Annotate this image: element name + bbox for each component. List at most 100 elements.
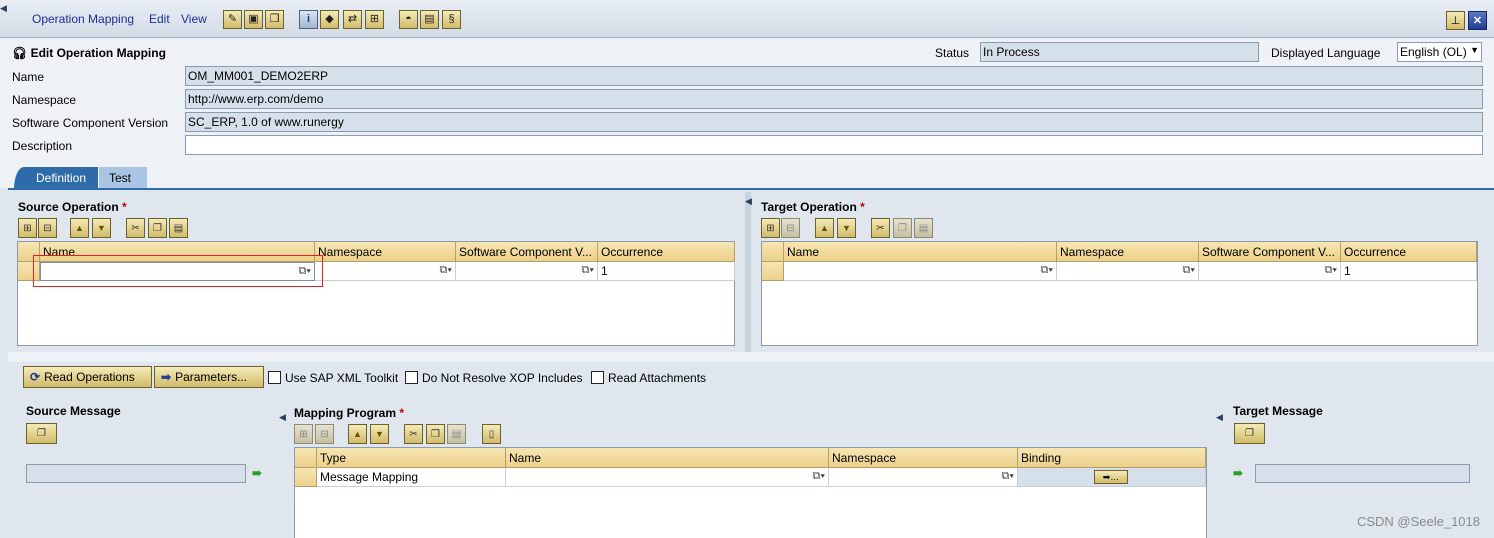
use-sap-xml-toolkit-checkbox[interactable] — [268, 371, 281, 384]
tab-underline — [8, 188, 1494, 190]
target-swcv-input[interactable]: ⧉▾ — [1199, 262, 1341, 281]
status-field: In Process — [980, 42, 1259, 62]
value-help-icon[interactable]: ⧉▾ — [1002, 470, 1014, 483]
paste-icon[interactable]: ▤ — [169, 218, 188, 238]
row-selector[interactable] — [18, 262, 40, 281]
source-namespace-input[interactable]: ⧉▾ — [315, 262, 456, 281]
close-icon[interactable]: ✕ — [1468, 11, 1487, 30]
column-header[interactable]: Software Component V... — [1199, 242, 1341, 262]
script-icon[interactable]: § — [442, 10, 461, 29]
cut-icon[interactable]: ✂ — [404, 424, 423, 444]
cut-icon[interactable]: ✂ — [871, 218, 890, 238]
value-help-icon[interactable]: ⧉▾ — [813, 470, 825, 483]
move-up-icon[interactable]: ▲ — [815, 218, 834, 238]
mapping-name-input[interactable]: ⧉▾ — [506, 468, 829, 487]
source-name-input[interactable]: ⧉▾ — [40, 262, 315, 281]
column-header[interactable]: Type — [317, 448, 506, 468]
select-all-corner[interactable] — [18, 242, 40, 262]
column-header[interactable]: Name — [784, 242, 1057, 262]
info-icon[interactable]: i — [299, 10, 318, 29]
target-name-input[interactable]: ⧉▾ — [784, 262, 1057, 281]
copy-object-icon[interactable]: ❐ — [265, 10, 284, 29]
source-swcv-input[interactable]: ⧉▾ — [456, 262, 598, 281]
use-sap-xml-toolkit-label: Use SAP XML Toolkit — [285, 371, 399, 385]
splitter-arrow-icon[interactable]: ◀ — [745, 196, 752, 207]
column-header[interactable]: Namespace — [829, 448, 1018, 468]
copy-icon: ❐ — [893, 218, 912, 238]
insert-row-icon: ⊞ — [294, 424, 313, 444]
menu-view[interactable]: View — [181, 12, 207, 26]
target-occurrence-cell: 1 — [1341, 262, 1477, 281]
column-header[interactable]: Namespace — [315, 242, 456, 262]
move-down-icon[interactable]: ▼ — [92, 218, 111, 238]
where-used-icon[interactable]: ⇄ — [343, 10, 362, 29]
read-operations-button[interactable]: ⟳ Read Operations — [23, 366, 152, 388]
tab-test[interactable]: Test — [99, 167, 147, 189]
target-operation-toolbar: ⊞ ⊟ ▲ ▼ ✂ ❐ ▤ — [761, 218, 941, 240]
column-header[interactable]: Occurrence — [598, 242, 735, 262]
mapping-namespace-input[interactable]: ⧉▾ — [829, 468, 1018, 487]
delete-row-icon[interactable]: ⊟ — [38, 218, 57, 238]
value-help-icon[interactable]: ⧉▾ — [1041, 264, 1053, 277]
arrow-right-icon: ➠ — [1233, 466, 1244, 480]
cut-icon[interactable]: ✂ — [126, 218, 145, 238]
do-not-resolve-xop-checkbox[interactable] — [405, 371, 418, 384]
switch-display-change-icon[interactable]: ✎ — [223, 10, 242, 29]
source-operation-toolbar: ⊞ ⊟ ▲ ▼ ✂ ❐ ▤ — [18, 218, 198, 240]
target-message-display-icon[interactable]: ❐ — [1234, 423, 1265, 444]
list-icon[interactable]: ▤ — [420, 10, 439, 29]
value-help-icon[interactable]: ⧉▾ — [299, 265, 311, 278]
source-message-display-icon[interactable]: ❐ — [26, 423, 57, 444]
value-help-icon[interactable]: ⧉▾ — [1183, 264, 1195, 277]
column-header[interactable]: Name — [40, 242, 315, 262]
move-down-icon[interactable]: ▼ — [837, 218, 856, 238]
paste-icon: ▤ — [447, 424, 466, 444]
copy-icon[interactable]: ❐ — [148, 218, 167, 238]
row-selector[interactable] — [295, 468, 317, 487]
column-header[interactable]: Name — [506, 448, 829, 468]
value-help-icon[interactable]: ⧉▾ — [582, 264, 594, 277]
row-selector[interactable] — [762, 262, 784, 281]
menu-operation-mapping[interactable]: Operation Mapping — [32, 12, 134, 26]
copy-icon[interactable]: ❐ — [426, 424, 445, 444]
collapse-left-icon[interactable]: ◀ — [0, 3, 7, 14]
select-all-corner[interactable] — [762, 242, 784, 262]
value-help-icon[interactable]: ⧉▾ — [1325, 264, 1337, 277]
tab-definition[interactable]: Definition — [14, 167, 98, 189]
source-message-field — [26, 464, 246, 483]
column-header[interactable]: Software Component V... — [456, 242, 598, 262]
language-select[interactable]: English (OL) ▼ — [1397, 42, 1482, 62]
binding-button[interactable]: ➡… — [1094, 470, 1128, 484]
insert-row-icon[interactable]: ⊞ — [18, 218, 37, 238]
menu-edit[interactable]: Edit — [149, 12, 170, 26]
insert-row-icon[interactable]: ⊞ — [761, 218, 780, 238]
history-icon[interactable]: ◓ — [399, 10, 418, 29]
move-up-icon[interactable]: ▲ — [348, 424, 367, 444]
move-down-icon[interactable]: ▼ — [370, 424, 389, 444]
delete-row-icon: ⊟ — [781, 218, 800, 238]
save-icon[interactable]: ▣ — [244, 10, 263, 29]
description-input[interactable] — [185, 135, 1483, 155]
column-header[interactable]: Occurrence — [1341, 242, 1477, 262]
vertical-splitter[interactable] — [745, 192, 751, 352]
target-namespace-input[interactable]: ⧉▾ — [1057, 262, 1199, 281]
select-all-corner[interactable] — [295, 448, 317, 468]
hierarchy-icon[interactable]: ⊞ — [365, 10, 384, 29]
document-icon[interactable]: ▯ — [482, 424, 501, 444]
value-help-icon[interactable]: ⧉▾ — [440, 264, 452, 277]
check-icon[interactable]: ◆ — [320, 10, 339, 29]
splitter-arrow-icon[interactable]: ◀ — [1216, 412, 1223, 423]
swcv-label: Software Component Version — [12, 116, 169, 130]
move-up-icon[interactable]: ▲ — [70, 218, 89, 238]
column-header[interactable]: Binding — [1018, 448, 1206, 468]
mapping-type-cell[interactable]: Message Mapping — [317, 468, 506, 487]
arrow-right-icon: ➠ — [252, 466, 263, 480]
splitter-arrow-icon[interactable]: ◀ — [279, 412, 286, 423]
read-attachments-checkbox[interactable] — [591, 371, 604, 384]
column-header[interactable]: Namespace — [1057, 242, 1199, 262]
menu-bar: ◀ Operation Mapping Edit View ✎ ▣ ❐ i ◆ … — [0, 0, 1494, 38]
parameters-button[interactable]: ➡ Parameters... — [154, 366, 264, 388]
source-occurrence-cell: 1 — [598, 262, 735, 281]
binding-cell: ➡… — [1018, 468, 1206, 487]
pin-icon[interactable]: ⊥ — [1446, 11, 1465, 30]
